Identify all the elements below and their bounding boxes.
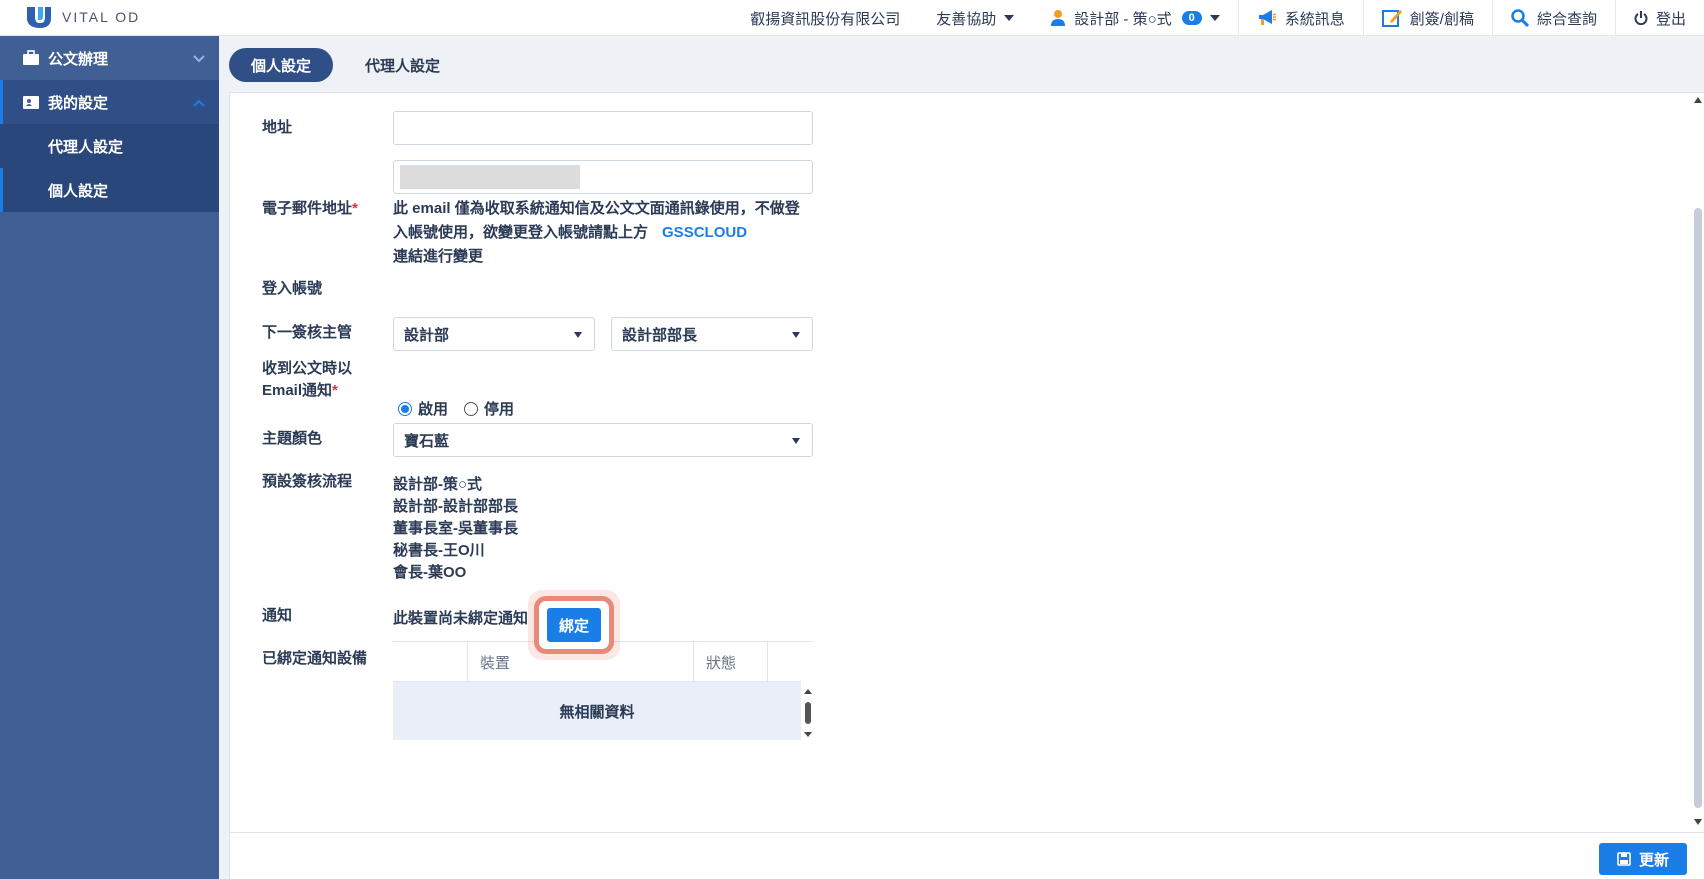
default-flow-label: 預設簽核流程 xyxy=(262,473,353,490)
radio-enable-label[interactable]: 啟用 xyxy=(418,398,448,419)
default-flow-list: 設計部-策○式 設計部-設計部部長 董事長室-吳董事長 秘書長-王O川 會長-葉… xyxy=(393,474,518,584)
bind-button[interactable]: 綁定 xyxy=(547,608,601,642)
dropdown-icon xyxy=(792,332,800,338)
chevron-down-icon xyxy=(193,50,205,67)
table-scrollbar[interactable] xyxy=(803,688,813,738)
email-notify-radio-group: 啟用 停用 xyxy=(398,398,514,419)
email-note: 此 email 僅為收取系統通知信及公文文面通訊錄使用，不做登入帳號使用，欲變更… xyxy=(393,200,800,265)
highlight-ring: 綁定 xyxy=(534,596,614,654)
address-input[interactable] xyxy=(393,111,813,145)
tab-bar: 個人設定 代理人設定 xyxy=(229,48,462,82)
radio-disable-label[interactable]: 停用 xyxy=(484,398,514,419)
system-messages-link[interactable]: 系統訊息 xyxy=(1237,0,1363,36)
sidebar-item-label: 公文辦理 xyxy=(48,50,109,68)
supervisor-person-select[interactable]: 設計部部長 xyxy=(611,317,813,351)
search-icon xyxy=(1511,9,1529,27)
supervisor-department-select[interactable]: 設計部 xyxy=(393,317,595,351)
tab-proxy-settings[interactable]: 代理人設定 xyxy=(343,48,462,82)
sidebar: 公文辦理 我的設定 代理人設定 個人設定 xyxy=(0,36,219,879)
chevron-down-icon xyxy=(1004,15,1015,21)
email-field[interactable] xyxy=(393,160,813,194)
login-account-label: 登入帳號 xyxy=(262,280,323,297)
update-button-label: 更新 xyxy=(1638,851,1669,869)
top-bar: VITAL OD 叡揚資訊股份有限公司 友善協助 設計部 - 策○式 0 系統訊… xyxy=(0,0,1704,36)
power-icon xyxy=(1634,11,1648,25)
chevron-down-icon xyxy=(1209,15,1220,21)
save-icon xyxy=(1617,852,1631,866)
gsscloud-link[interactable]: GSSCLOUD xyxy=(662,224,747,241)
dropdown-icon xyxy=(574,332,582,338)
email-notify-label: 收到公文時以 Email通知* xyxy=(262,360,353,399)
user-menu[interactable]: 設計部 - 策○式 0 xyxy=(1032,0,1238,36)
scroll-up-icon[interactable] xyxy=(1694,97,1702,103)
theme-color-label: 主題顏色 xyxy=(262,430,323,447)
dropdown-icon xyxy=(792,438,800,444)
megaphone-icon xyxy=(1257,9,1277,27)
table-header-extra xyxy=(767,642,801,682)
sidebar-item-documents[interactable]: 公文辦理 xyxy=(0,36,219,80)
edit-icon xyxy=(1381,8,1402,28)
table-header-status: 狀態 xyxy=(693,642,767,682)
tab-personal-settings[interactable]: 個人設定 xyxy=(229,48,334,82)
scrollbar[interactable] xyxy=(1692,93,1704,830)
flow-step: 董事長室-吳董事長 xyxy=(393,520,518,537)
next-supervisor-label: 下一簽核主管 xyxy=(262,324,353,341)
flow-step: 會長-葉OO xyxy=(393,564,467,581)
redacted-email xyxy=(400,165,580,189)
empty-table-message: 無相關資料 xyxy=(393,682,801,740)
company-name: 叡揚資訊股份有限公司 xyxy=(750,10,901,28)
notification-badge: 0 xyxy=(1181,11,1202,25)
update-button[interactable]: 更新 xyxy=(1599,843,1687,875)
flow-step: 秘書長-王O川 xyxy=(393,542,485,559)
sidebar-item-proxy-settings[interactable]: 代理人設定 xyxy=(0,124,219,168)
footer-divider xyxy=(230,832,1704,833)
flow-step: 設計部-策○式 xyxy=(393,476,483,493)
draft-link[interactable]: 創簽/創稿 xyxy=(1362,0,1492,36)
notify-status-text: 此裝置尚未綁定通知 xyxy=(393,610,529,627)
user-icon xyxy=(1050,9,1066,27)
sidebar-item-my-settings[interactable]: 我的設定 xyxy=(0,80,219,124)
flow-step: 設計部-設計部部長 xyxy=(393,498,518,515)
search-link[interactable]: 綜合查詢 xyxy=(1491,0,1615,36)
table-header-select xyxy=(393,642,467,682)
vital-od-logo-icon xyxy=(27,7,51,28)
settings-panel: 地址 電子郵件地址* 此 email 僅為收取系統通知信及公文文面通訊錄使用，不… xyxy=(229,92,1704,879)
bind-button-highlight: 綁定 xyxy=(528,590,620,660)
scrollbar-thumb[interactable] xyxy=(1694,208,1702,808)
chevron-up-icon xyxy=(193,94,205,111)
bound-devices-label: 已綁定通知設備 xyxy=(262,650,368,667)
address-label: 地址 xyxy=(262,119,293,136)
scroll-down-icon[interactable] xyxy=(1694,819,1702,825)
briefcase-icon xyxy=(22,50,40,66)
notify-label: 通知 xyxy=(262,607,293,624)
help-menu[interactable]: 友善協助 xyxy=(918,0,1032,36)
theme-color-select[interactable]: 寶石藍 xyxy=(393,423,813,457)
radio-disable[interactable] xyxy=(464,401,479,416)
email-label: 電子郵件地址* xyxy=(262,200,358,217)
sidebar-item-personal-settings[interactable]: 個人設定 xyxy=(0,168,219,212)
logo[interactable]: VITAL OD xyxy=(24,4,140,30)
logout-link[interactable]: 登出 xyxy=(1614,0,1704,36)
sidebar-item-label: 我的設定 xyxy=(48,94,109,112)
id-card-icon xyxy=(22,94,40,110)
radio-enable[interactable] xyxy=(398,401,412,416)
brand-name: VITAL OD xyxy=(62,9,141,25)
